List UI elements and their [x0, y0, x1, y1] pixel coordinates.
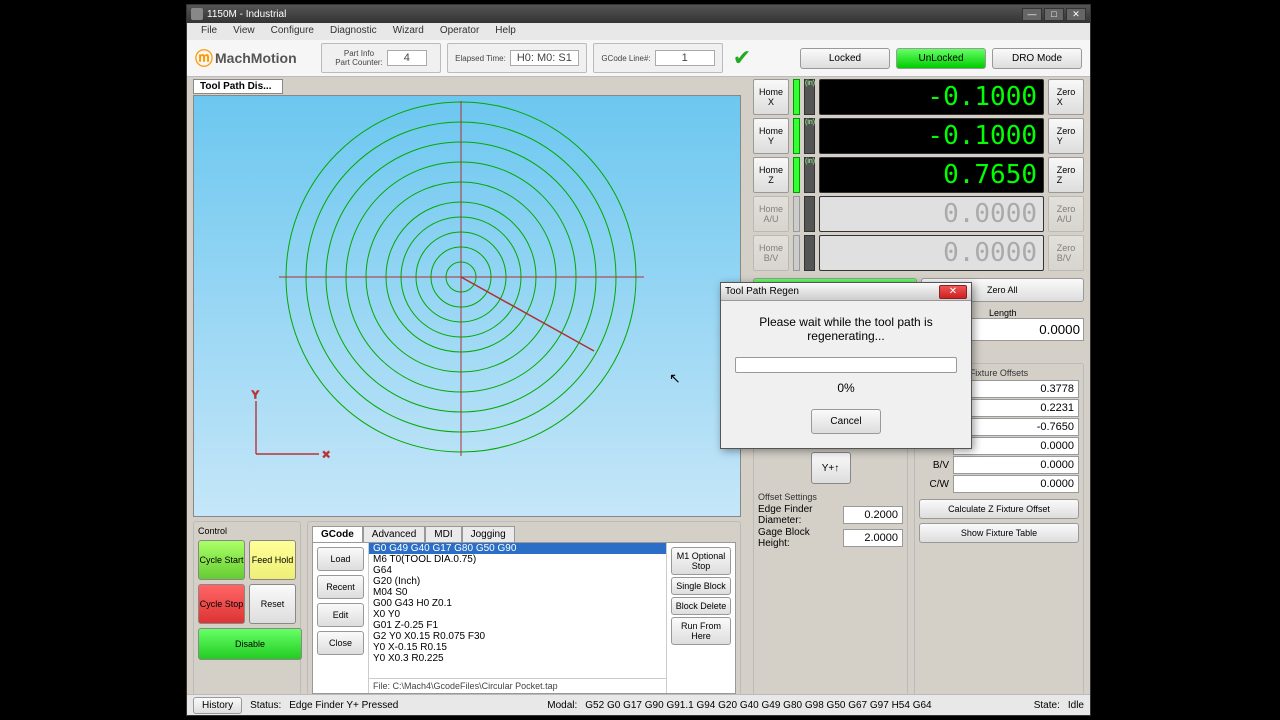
reset-button[interactable]: Reset	[249, 584, 296, 624]
feed-hold-button[interactable]: Feed Hold	[249, 540, 296, 580]
menu-help[interactable]: Help	[487, 23, 524, 40]
zero-1-button[interactable]: ZeroY	[1048, 118, 1084, 154]
m1-stop-button[interactable]: M1 Optional Stop	[671, 547, 731, 575]
axis-1-led	[793, 118, 800, 154]
part-info: Part InfoPart Counter: 4	[321, 43, 441, 73]
progress-pct: 0%	[735, 381, 957, 395]
zero-2-button[interactable]: ZeroZ	[1048, 157, 1084, 193]
dro-mode-button[interactable]: DRO Mode	[992, 48, 1082, 69]
dro-4-value[interactable]: 0.0000	[819, 235, 1044, 271]
dro-1-value[interactable]: -0.1000	[819, 118, 1044, 154]
part-counter: 4	[387, 50, 427, 66]
regen-dialog: Tool Path Regen ✕ Please wait while the …	[720, 282, 972, 449]
logo: ⓜMachMotion	[195, 44, 315, 72]
fixture-B/V[interactable]	[953, 456, 1079, 474]
titlebar[interactable]: 1150M - Industrial — □ ✕	[187, 5, 1090, 23]
header-strip: ⓜMachMotion Part InfoPart Counter: 4 Ela…	[187, 40, 1090, 77]
svg-text:Y: Y	[252, 390, 259, 401]
menu-operator[interactable]: Operator	[432, 23, 487, 40]
unlocked-button[interactable]: UnLocked	[896, 48, 986, 69]
minimize-button[interactable]: —	[1022, 8, 1042, 21]
zero-0-button[interactable]: ZeroX	[1048, 79, 1084, 115]
modal-text: G52 G0 G17 G90 G91.1 G94 G20 G40 G49 G80…	[585, 700, 1025, 711]
gcode-line: GCode Line#: 1	[593, 43, 723, 73]
axis-2-led	[793, 157, 800, 193]
home-0-button[interactable]: HomeX	[753, 79, 789, 115]
state-text: Idle	[1068, 700, 1084, 711]
cycle-start-button[interactable]: Cycle Start	[198, 540, 245, 580]
edit-button[interactable]: Edit	[317, 603, 364, 627]
edge-diameter[interactable]	[843, 506, 903, 524]
home-3-button[interactable]: HomeA/U	[753, 196, 789, 232]
recent-button[interactable]: Recent	[317, 575, 364, 599]
tab-mdi[interactable]: MDI	[425, 526, 461, 542]
close-button[interactable]: ✕	[1066, 8, 1086, 21]
axis-4-led	[793, 235, 800, 271]
menubar: File View Configure Diagnostic Wizard Op…	[187, 23, 1090, 40]
dialog-title: Tool Path Regen	[725, 286, 799, 297]
app-icon	[191, 8, 203, 20]
zero-4-button[interactable]: ZeroB/V	[1048, 235, 1084, 271]
history-button[interactable]: History	[193, 697, 242, 714]
gcode-panel: GCode Advanced MDI Jogging Load Recent E…	[307, 521, 741, 713]
tab-jogging[interactable]: Jogging	[462, 526, 515, 542]
check-icon: ✔	[729, 45, 755, 71]
svg-text:✕: ✕	[322, 450, 330, 461]
block-delete-button[interactable]: Block Delete	[671, 597, 731, 615]
progress-bar	[735, 357, 957, 373]
fixture-C/W[interactable]	[953, 475, 1079, 493]
gage-height[interactable]	[843, 529, 903, 547]
status-msg: Edge Finder Y+ Pressed	[289, 700, 539, 711]
gcode-list[interactable]: G0 G49 G40 G17 G80 G50 G90 M6 T0(TOOL DI…	[369, 543, 667, 693]
maximize-button[interactable]: □	[1044, 8, 1064, 21]
dialog-close-button[interactable]: ✕	[939, 285, 967, 299]
tab-advanced[interactable]: Advanced	[363, 526, 425, 542]
statusbar: History Status: Edge Finder Y+ Pressed M…	[187, 694, 1090, 715]
toolpath-tab[interactable]: Tool Path Dis...	[193, 79, 283, 94]
menu-wizard[interactable]: Wizard	[385, 23, 432, 40]
close-gcode-button[interactable]: Close	[317, 631, 364, 655]
dialog-cancel-button[interactable]: Cancel	[811, 409, 881, 434]
menu-view[interactable]: View	[225, 23, 263, 40]
window-title: 1150M - Industrial	[207, 9, 286, 20]
cycle-stop-button[interactable]: Cycle Stop	[198, 584, 245, 624]
dro-0-value[interactable]: -0.1000	[819, 79, 1044, 115]
dialog-message: Please wait while the tool path is regen…	[735, 315, 957, 343]
zero-3-button[interactable]: ZeroA/U	[1048, 196, 1084, 232]
dro-2-value[interactable]: 0.7650	[819, 157, 1044, 193]
menu-diagnostic[interactable]: Diagnostic	[322, 23, 385, 40]
dro-3-value[interactable]: 0.0000	[819, 196, 1044, 232]
toolpath-viewport[interactable]: ✕ Y	[193, 95, 741, 517]
control-title: Control	[198, 526, 296, 536]
disable-button[interactable]: Disable	[198, 628, 302, 660]
edge-y-plus[interactable]: Y+↑	[811, 452, 851, 484]
show-fixture-button[interactable]: Show Fixture Table	[919, 523, 1079, 543]
run-from-here-button[interactable]: Run From Here	[671, 617, 731, 645]
calc-z-button[interactable]: Calculate Z Fixture Offset	[919, 499, 1079, 519]
axis-3-led	[793, 196, 800, 232]
home-4-button[interactable]: HomeB/V	[753, 235, 789, 271]
control-panel: Control Cycle Start Feed Hold Cycle Stop…	[193, 521, 301, 713]
tab-gcode[interactable]: GCode	[312, 526, 363, 542]
home-2-button[interactable]: HomeZ	[753, 157, 789, 193]
menu-file[interactable]: File	[193, 23, 225, 40]
locked-button[interactable]: Locked	[800, 48, 890, 69]
home-1-button[interactable]: HomeY	[753, 118, 789, 154]
menu-configure[interactable]: Configure	[263, 23, 322, 40]
axis-0-led	[793, 79, 800, 115]
load-button[interactable]: Load	[317, 547, 364, 571]
single-block-button[interactable]: Single Block	[671, 577, 731, 595]
elapsed-time: Elapsed Time: H0: M0: S1	[447, 43, 587, 73]
